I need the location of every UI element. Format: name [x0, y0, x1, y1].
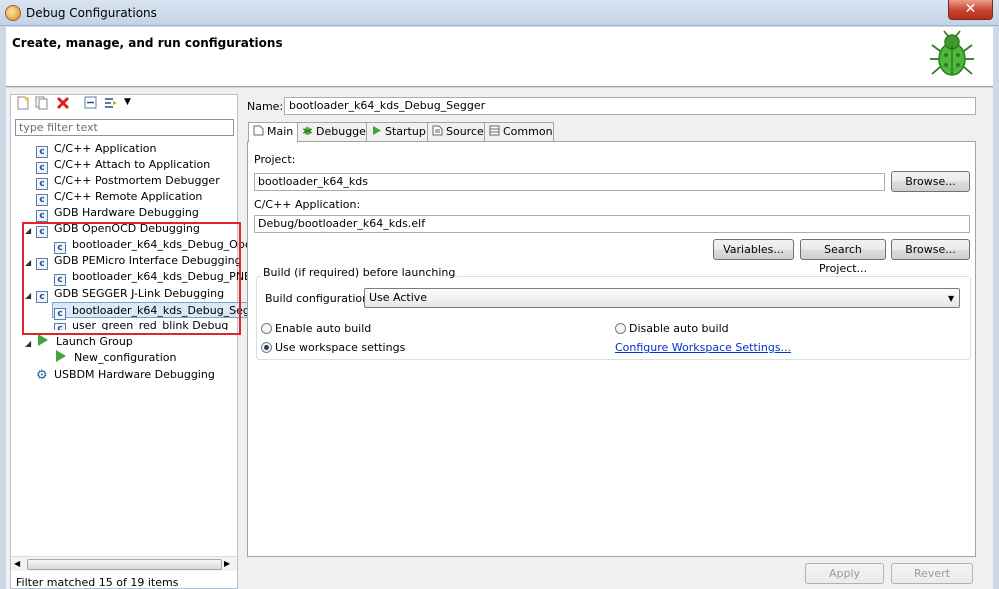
tab-main[interactable]: Main — [248, 122, 298, 143]
collapse-all-icon[interactable] — [84, 96, 98, 110]
name-label: Name: — [247, 100, 284, 113]
close-button[interactable]: ✕ — [948, 0, 993, 20]
build-config-select[interactable]: Use Active — [364, 288, 960, 308]
tree-item-gdb-hardware[interactable]: c GDB Hardware Debugging — [36, 205, 199, 222]
application-browse-button[interactable]: Browse... — [891, 239, 970, 260]
main-tab-icon — [253, 125, 264, 136]
bug-icon — [930, 30, 974, 76]
name-input[interactable]: bootloader_k64_kds_Debug_Segger — [284, 97, 976, 115]
tree-item-usbdm[interactable]: ⚙ USBDM Hardware Debugging — [36, 367, 215, 383]
launch-icon — [56, 350, 66, 362]
tree-item-new-configuration[interactable]: New_configuration — [54, 350, 176, 366]
tab-common[interactable]: Common — [484, 122, 554, 142]
apply-button[interactable]: Apply — [805, 563, 884, 584]
application-input[interactable]: Debug/bootloader_k64_kds.elf — [254, 215, 970, 233]
tree-item-cc-remote[interactable]: c C/C++ Remote Application — [36, 189, 202, 206]
collapse-arrow-icon[interactable]: ◢ — [25, 339, 31, 348]
duplicate-icon[interactable] — [35, 96, 49, 110]
delete-icon[interactable] — [56, 96, 70, 110]
scroll-left-icon[interactable]: ◀ — [14, 559, 20, 568]
app-icon — [5, 5, 21, 21]
disable-auto-build-radio[interactable] — [615, 323, 626, 334]
scroll-thumb[interactable] — [27, 559, 222, 570]
tree-item-cc-postmortem[interactable]: c C/C++ Postmortem Debugger — [36, 173, 220, 190]
tree-item-launch-group[interactable]: Launch Group — [36, 334, 133, 350]
tree-item-cc-application[interactable]: c C/C++ Application — [36, 141, 156, 158]
build-group-label: Build (if required) before launching — [261, 266, 458, 279]
window-title: Debug Configurations — [26, 6, 157, 20]
filter-input[interactable]: type filter text — [15, 119, 234, 136]
tab-debugger[interactable]: Debugger — [297, 122, 370, 142]
source-tab-icon — [432, 125, 443, 136]
application-label: C/C++ Application: — [254, 198, 361, 211]
header-banner: Create, manage, and run configurations — [6, 27, 993, 87]
variables-button[interactable]: Variables... — [713, 239, 794, 260]
horizontal-scrollbar[interactable]: ◀ ▶ — [11, 556, 237, 571]
use-workspace-label[interactable]: Use workspace settings — [275, 341, 405, 354]
project-label: Project: — [254, 153, 296, 166]
banner-title: Create, manage, and run configurations — [12, 36, 283, 50]
revert-button[interactable]: Revert — [891, 563, 973, 584]
use-workspace-radio[interactable] — [261, 342, 272, 353]
filter-icon[interactable] — [104, 96, 118, 110]
dropdown-icon[interactable]: ▼ — [124, 97, 131, 107]
tab-startup[interactable]: Startup — [366, 122, 428, 142]
scroll-right-icon[interactable]: ▶ — [224, 559, 230, 568]
tree-item-cc-attach[interactable]: c C/C++ Attach to Application — [36, 157, 210, 174]
project-browse-button[interactable]: Browse... — [891, 171, 970, 192]
tab-source[interactable]: Source — [427, 122, 485, 142]
new-config-icon[interactable] — [16, 96, 30, 110]
disable-auto-build-label[interactable]: Disable auto build — [629, 322, 729, 335]
common-tab-icon — [489, 125, 500, 136]
project-input[interactable]: bootloader_k64_kds — [254, 173, 885, 191]
chevron-down-icon[interactable]: ▼ — [948, 294, 954, 303]
configure-workspace-link[interactable]: Configure Workspace Settings... — [615, 341, 791, 354]
enable-auto-build-radio[interactable] — [261, 323, 272, 334]
highlight-box — [22, 222, 241, 335]
build-config-label: Build configuration: — [265, 292, 373, 305]
startup-tab-icon — [373, 126, 381, 135]
launch-icon — [38, 334, 48, 346]
enable-auto-build-label[interactable]: Enable auto build — [275, 322, 371, 335]
filter-status: Filter matched 15 of 19 items — [16, 576, 179, 589]
debugger-tab-icon — [302, 127, 313, 135]
gear-icon: ⚙ — [36, 368, 48, 383]
search-project-button[interactable]: Search Project... — [800, 239, 886, 275]
